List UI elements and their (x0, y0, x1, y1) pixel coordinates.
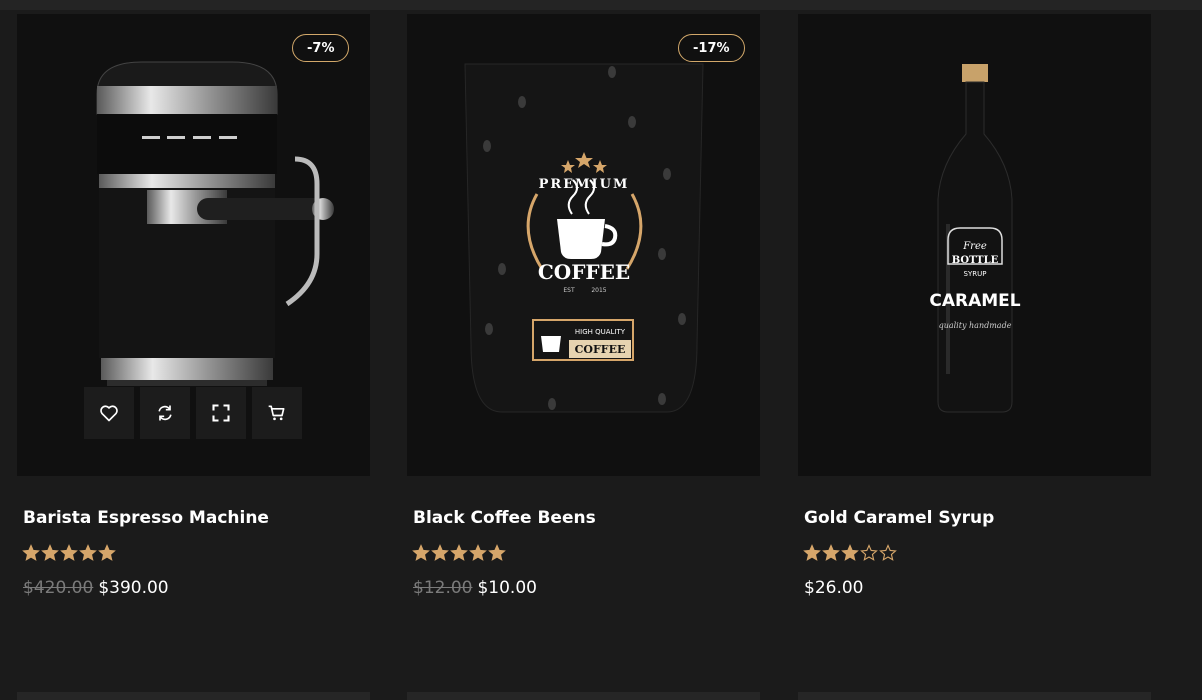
product-title[interactable]: Gold Caramel Syrup (804, 508, 994, 528)
quick-view-icon (212, 404, 230, 422)
quick-view-button[interactable] (196, 387, 246, 439)
star-filled-icon (60, 544, 78, 561)
rating-stars (22, 544, 116, 562)
top-strip (0, 0, 1202, 10)
next-row-card (17, 692, 370, 700)
product-card[interactable]: -7% Barista Espresso Machine $420.00 $39… (17, 14, 370, 598)
compare-icon (158, 405, 172, 421)
add-to-cart-button[interactable] (252, 387, 302, 439)
star-filled-icon (841, 544, 859, 561)
old-price: $12.00 (413, 578, 473, 598)
cart-icon (268, 405, 285, 421)
est-text: EST (563, 287, 575, 294)
heart-icon (100, 405, 118, 422)
product-image[interactable]: Free BOTTLE SYRUP CARAMEL quality handma… (798, 14, 1151, 476)
discount-badge: -7% (292, 34, 350, 62)
star-filled-icon (79, 544, 97, 561)
sale-price: $26.00 (804, 578, 864, 598)
product-image[interactable]: -7% (17, 14, 370, 476)
rating-stars (803, 544, 897, 562)
old-price: $420.00 (23, 578, 94, 598)
product-image[interactable]: PREMIUM COFFEE EST 2015 HIGH QUALITY COF… (407, 14, 760, 476)
star-filled-icon (41, 544, 59, 561)
label-line3: SYRUP (964, 270, 987, 278)
star-empty-icon (860, 544, 878, 561)
sale-price: $390.00 (98, 578, 169, 598)
label-main: CARAMEL (929, 291, 1020, 311)
star-filled-icon (431, 544, 449, 561)
next-row-card (407, 692, 760, 700)
product-price: $420.00 $390.00 (23, 578, 169, 598)
label-line1: Free (962, 241, 987, 252)
product-card[interactable]: PREMIUM COFFEE EST 2015 HIGH QUALITY COF… (407, 14, 760, 598)
star-filled-icon (98, 544, 116, 561)
product-title[interactable]: Black Coffee Beens (413, 508, 596, 528)
high-quality-text: HIGH QUALITY (575, 328, 626, 336)
year-text: 2015 (591, 287, 606, 294)
star-filled-icon (803, 544, 821, 561)
label-coffee-text: COFFEE (575, 343, 626, 356)
product-actions (84, 387, 302, 439)
wishlist-button[interactable] (84, 387, 134, 439)
product-price: $12.00 $10.00 (413, 578, 537, 598)
premium-arc-text: PREMIUM (539, 177, 630, 192)
star-empty-icon (879, 544, 897, 561)
discount-badge: -17% (678, 34, 745, 62)
rating-stars (412, 544, 506, 562)
star-filled-icon (469, 544, 487, 561)
star-filled-icon (450, 544, 468, 561)
star-filled-icon (22, 544, 40, 561)
compare-button[interactable] (140, 387, 190, 439)
coffee-brand-text: COFFEE (538, 260, 630, 284)
syrup-bottle-image: Free BOTTLE SYRUP CARAMEL quality handma… (929, 64, 1021, 413)
star-filled-icon (412, 544, 430, 561)
coffee-bag-image: PREMIUM COFFEE EST 2015 HIGH QUALITY COF… (464, 63, 704, 413)
sale-price: $10.00 (477, 578, 537, 598)
label-line2: BOTTLE (952, 255, 999, 266)
star-filled-icon (488, 544, 506, 561)
product-title[interactable]: Barista Espresso Machine (23, 508, 269, 528)
next-row-card (798, 692, 1151, 700)
label-sub: quality handmade (939, 321, 1012, 330)
product-price: $26.00 (804, 578, 863, 598)
star-filled-icon (822, 544, 840, 561)
product-card[interactable]: Free BOTTLE SYRUP CARAMEL quality handma… (798, 14, 1151, 598)
